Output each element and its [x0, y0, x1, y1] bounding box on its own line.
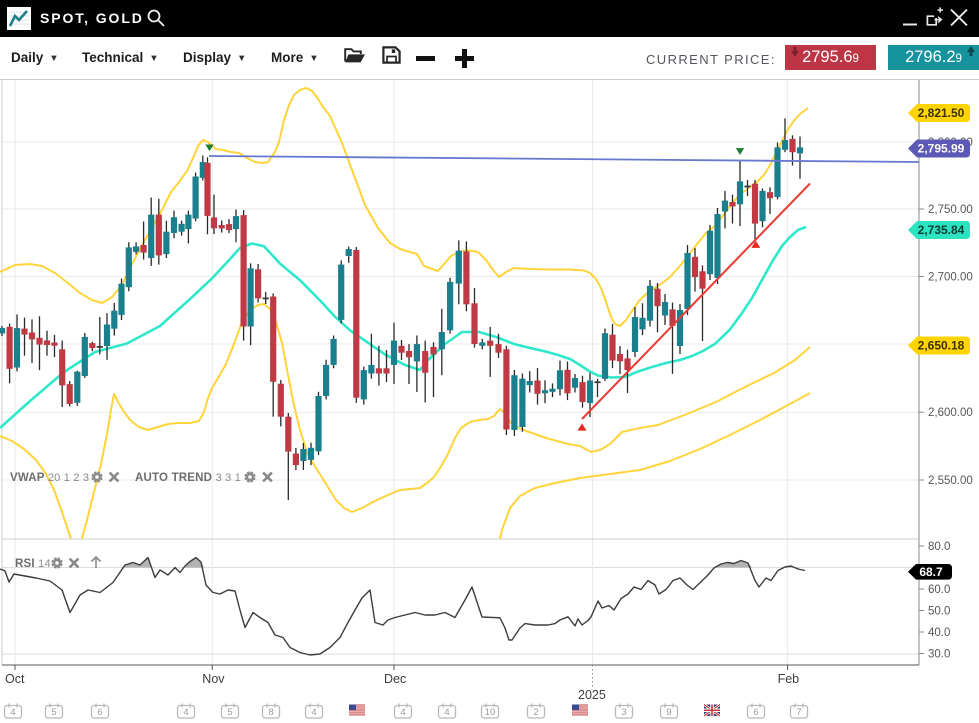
svg-text:4: 4 [10, 707, 15, 718]
svg-text:Feb: Feb [778, 672, 800, 686]
svg-text:7: 7 [796, 707, 801, 718]
svg-text:6: 6 [753, 707, 758, 718]
svg-text:4: 4 [311, 707, 316, 718]
svg-text:2,795.99: 2,795.99 [918, 142, 965, 156]
svg-text:4: 4 [444, 707, 449, 718]
svg-text:40.0: 40.0 [928, 627, 950, 639]
svg-text:AUTO TREND 3 3 1: AUTO TREND 3 3 1 [135, 472, 241, 484]
svg-text:30.0: 30.0 [928, 649, 950, 661]
svg-text:3: 3 [621, 707, 626, 718]
svg-text:2,700.00: 2,700.00 [928, 272, 973, 284]
svg-text:2,550.00: 2,550.00 [928, 475, 973, 487]
svg-text:9: 9 [666, 707, 671, 718]
svg-text:2,600.00: 2,600.00 [928, 407, 973, 419]
svg-text:60.0: 60.0 [928, 584, 950, 596]
svg-text:2025: 2025 [578, 688, 606, 702]
svg-text:8: 8 [268, 707, 273, 718]
svg-text:Oct: Oct [5, 672, 25, 686]
svg-text:2,750.00: 2,750.00 [928, 204, 973, 216]
svg-text:2,650.18: 2,650.18 [918, 339, 965, 353]
svg-text:2,821.50: 2,821.50 [918, 106, 965, 120]
svg-text:80.0: 80.0 [928, 541, 950, 553]
svg-text:Nov: Nov [202, 672, 225, 686]
svg-text:RSI 14: RSI 14 [15, 558, 51, 570]
svg-text:6: 6 [97, 707, 102, 718]
svg-text:4: 4 [183, 707, 188, 718]
svg-text:4: 4 [400, 707, 405, 718]
svg-text:50.0: 50.0 [928, 606, 950, 618]
svg-text:5: 5 [227, 707, 232, 718]
svg-text:68.7: 68.7 [919, 565, 943, 579]
svg-text:2: 2 [533, 707, 538, 718]
svg-text:10: 10 [485, 707, 496, 718]
svg-text:VWAP 20 1 2 3: VWAP 20 1 2 3 [10, 472, 89, 484]
svg-text:Dec: Dec [384, 672, 406, 686]
svg-text:5: 5 [51, 707, 56, 718]
svg-text:2,735.84: 2,735.84 [918, 223, 965, 237]
